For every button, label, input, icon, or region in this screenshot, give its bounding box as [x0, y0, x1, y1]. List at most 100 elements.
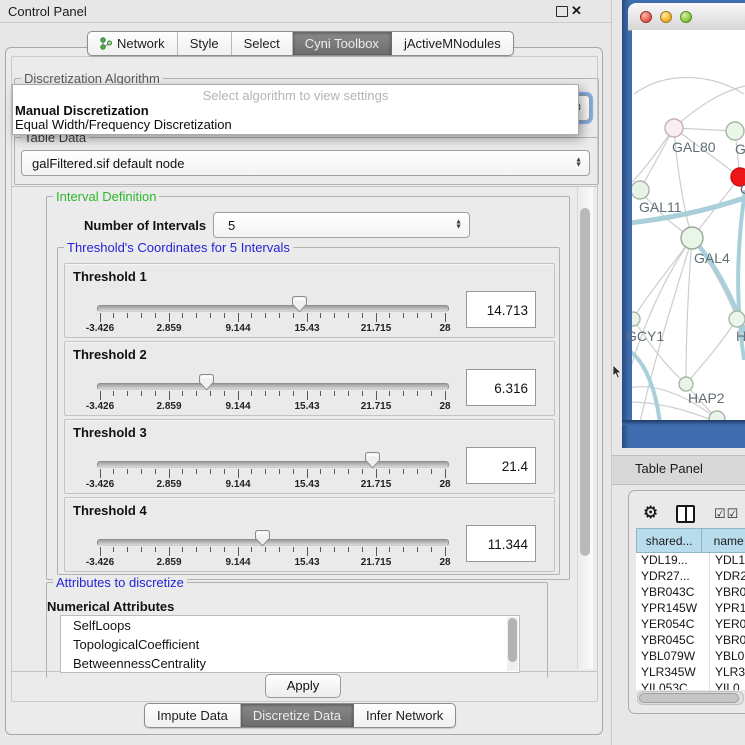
- popup-item-equal-width[interactable]: Equal Width/Frequency Discretization: [13, 118, 578, 132]
- tick-label: 2.859: [144, 479, 194, 490]
- tab-infer-network[interactable]: Infer Network: [354, 704, 455, 727]
- float-window-icon[interactable]: [556, 6, 568, 17]
- threshold-label: Threshold 3: [73, 425, 147, 440]
- network-icon: [100, 37, 112, 50]
- tick-label: 9.144: [213, 557, 263, 568]
- tick-label: 9.144: [213, 479, 263, 490]
- network-window-titlebar[interactable]: [628, 3, 745, 31]
- attributes-group-title: Attributes to discretize: [53, 575, 187, 590]
- minimize-traffic-light[interactable]: [660, 11, 672, 23]
- settings-scrollbar[interactable]: [577, 187, 593, 669]
- tick-label: 28: [420, 479, 470, 490]
- node-label: H: [736, 328, 745, 344]
- node-label: GAL11: [639, 199, 682, 215]
- apply-button[interactable]: Apply: [265, 674, 341, 698]
- control-panel-titlebar: [0, 0, 612, 23]
- threshold-slider-thumb[interactable]: [255, 530, 270, 547]
- threshold-slider-track[interactable]: [97, 461, 449, 468]
- column-header-shared-name[interactable]: shared...: [636, 528, 702, 553]
- tick-label: 15.43: [282, 323, 332, 334]
- node-label: GA: [735, 141, 745, 157]
- tick-label: 28: [420, 401, 470, 412]
- tick-label: 15.43: [282, 401, 332, 412]
- table-row[interactable]: YIL053CYIL0: [636, 681, 745, 690]
- threshold-slider-track[interactable]: [97, 383, 449, 390]
- popup-prompt: Select algorithm to view settings: [13, 85, 578, 104]
- gear-icon[interactable]: ⚙: [643, 503, 658, 523]
- zoom-traffic-light[interactable]: [680, 11, 692, 23]
- tick-label: 15.43: [282, 557, 332, 568]
- tick-label: 21.715: [351, 401, 401, 412]
- table-horizontal-scrollbar[interactable]: [637, 691, 744, 705]
- threshold-slider-thumb[interactable]: [292, 296, 307, 313]
- threshold-value-field[interactable]: 6.316: [466, 369, 536, 406]
- threshold-value-field[interactable]: 14.713: [466, 291, 536, 328]
- attribute-list-item[interactable]: SelfLoops: [61, 616, 519, 635]
- number-of-intervals-combo[interactable]: 5 ▲▼: [213, 212, 470, 238]
- tick-label: 21.715: [351, 479, 401, 490]
- column-header-name[interactable]: name: [702, 528, 745, 553]
- scrollbar-thumb[interactable]: [580, 208, 590, 556]
- threshold-row: Threshold 1-3.4262.8599.14415.4321.71528…: [64, 263, 555, 338]
- threshold-row: Threshold 4 -3.426 2.859 9.144 15.43 21.715 28…: [64, 497, 555, 572]
- tab-style[interactable]: Style: [178, 32, 232, 55]
- tab-select[interactable]: Select: [232, 32, 293, 55]
- tick-label: 28: [420, 557, 470, 568]
- table-row[interactable]: YPR145WYPR1: [636, 601, 745, 617]
- cyni-mode-tabbar: Impute Data Discretize Data Infer Networ…: [144, 703, 456, 728]
- numerical-attributes-header: Numerical Attributes: [47, 599, 174, 614]
- node-label: GAL4: [694, 250, 730, 266]
- node-label: GCY1: [626, 328, 664, 344]
- attribute-list-item[interactable]: TopologicalCoefficient: [61, 635, 519, 654]
- tab-network-label: Network: [117, 36, 165, 51]
- numerical-attributes-list[interactable]: SelfLoopsTopologicalCoefficientBetweenne…: [60, 615, 520, 673]
- node-label: C: [740, 181, 745, 197]
- tick-label: -3.426: [75, 323, 125, 334]
- threshold-label: Threshold 2: [73, 347, 147, 362]
- tick-label: 2.859: [144, 557, 194, 568]
- threshold-slider-thumb[interactable]: [365, 452, 380, 469]
- tab-discretize-data[interactable]: Discretize Data: [241, 704, 354, 727]
- combo-arrows-icon: ▲▼: [575, 159, 582, 168]
- threshold-slider-track[interactable]: [97, 305, 449, 312]
- control-panel-title: Control Panel: [8, 4, 87, 19]
- tick-label: 9.144: [213, 323, 263, 334]
- number-of-intervals-value: 5: [228, 218, 235, 233]
- tick-label: 21.715: [351, 557, 401, 568]
- table-data-combo[interactable]: galFiltered.sif default node ▲▼: [21, 150, 590, 176]
- node-label: HAP2: [688, 390, 725, 406]
- threshold-label: Threshold 4: [73, 503, 147, 518]
- threshold-value-field[interactable]: 11.344: [466, 525, 536, 562]
- threshold-slider-thumb[interactable]: [199, 374, 214, 391]
- close-icon[interactable]: ✕: [571, 3, 582, 19]
- threshold-value-field[interactable]: 21.4: [466, 447, 536, 484]
- table-row[interactable]: YDR27...YDR2: [636, 569, 745, 585]
- popup-item-manual[interactable]: Manual Discretization: [13, 104, 578, 118]
- threshold-slider-track[interactable]: [97, 539, 449, 546]
- table-row[interactable]: YLR345WYLR3: [636, 665, 745, 681]
- table-row[interactable]: YBR043CYBR0: [636, 585, 745, 601]
- tab-network[interactable]: Network: [88, 32, 178, 55]
- thresholds-group: Threshold's Coordinates for 5 Intervals …: [57, 247, 560, 575]
- number-of-intervals-label: Number of Intervals: [84, 218, 206, 233]
- checkbox-icons[interactable]: ☑☑: [714, 506, 739, 522]
- table-row[interactable]: YDL19...YDL1: [636, 553, 745, 569]
- tab-impute-data[interactable]: Impute Data: [145, 704, 241, 727]
- tab-cyni-toolbox[interactable]: Cyni Toolbox: [293, 32, 392, 55]
- node-table-rows: YDL19...YDL1YDR27...YDR2YBR043CYBR0YPR14…: [636, 553, 745, 690]
- tab-jactivemnodules[interactable]: jActiveMNodules: [392, 32, 513, 55]
- threshold-label: Threshold 1: [73, 269, 147, 284]
- tick-label: 21.715: [351, 323, 401, 334]
- columns-icon[interactable]: [676, 505, 695, 523]
- tick-label: -3.426: [75, 557, 125, 568]
- table-row[interactable]: YER054CYER0: [636, 617, 745, 633]
- close-traffic-light[interactable]: [640, 11, 652, 23]
- tick-label: 2.859: [144, 323, 194, 334]
- algorithm-popup: Select algorithm to view settings Manual…: [12, 84, 579, 135]
- network-canvas[interactable]: [632, 30, 745, 420]
- table-row[interactable]: YBL079WYBL0: [636, 649, 745, 665]
- attributes-list-scrollbar[interactable]: [507, 617, 518, 671]
- table-row[interactable]: YBR045CYBR0: [636, 633, 745, 649]
- threshold-row: Threshold 3-3.4262.8599.14415.4321.71528…: [64, 419, 555, 494]
- attribute-list-item[interactable]: BetweennessCentrality: [61, 654, 519, 673]
